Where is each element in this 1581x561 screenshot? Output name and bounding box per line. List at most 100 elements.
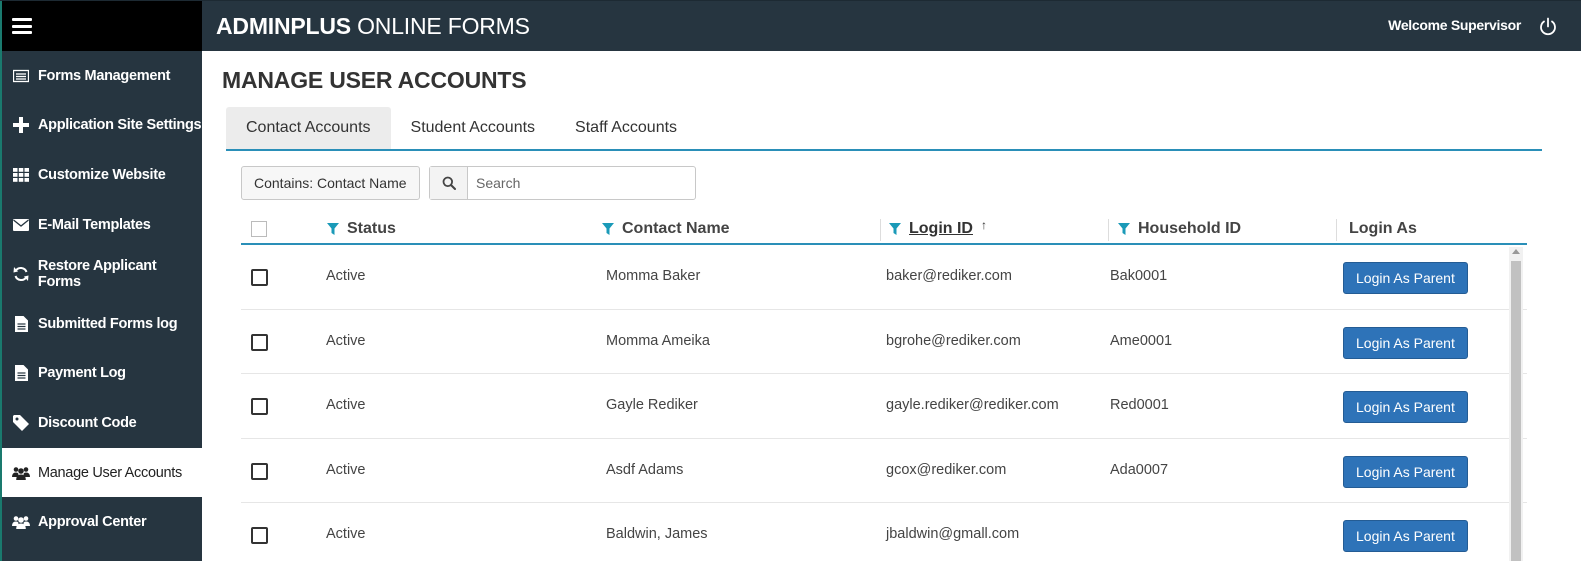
sidebar-item-label: Application Site Settings	[38, 117, 202, 134]
household-id-cell: Ada0007	[1110, 461, 1169, 478]
sidebar-item-manage-user-accounts[interactable]: Manage User Accounts	[2, 447, 202, 498]
grid-icon	[12, 166, 30, 184]
main-content: MANAGE USER ACCOUNTS Contact Accounts St…	[202, 51, 1581, 561]
login-id-cell: gayle.rediker@rediker.com	[886, 397, 1059, 413]
login-id-cell: baker@rediker.com	[886, 268, 1012, 284]
table-row: Active Baldwin, James jbaldwin@gmall.com…	[241, 503, 1527, 561]
filter-icon[interactable]	[602, 223, 614, 235]
search-icon[interactable]	[430, 167, 468, 199]
row-checkbox[interactable]	[251, 398, 268, 415]
page-title: MANAGE USER ACCOUNTS	[222, 67, 527, 93]
table-row: Active Gayle Rediker gayle.rediker@redik…	[241, 374, 1527, 439]
tab-staff-accounts[interactable]: Staff Accounts	[555, 107, 697, 149]
status-cell: Active	[326, 268, 366, 284]
household-id-cell: Ame0001	[1110, 332, 1173, 349]
users-icon	[12, 513, 30, 531]
brand-title: ADMINPLUS ONLINE FORMS	[216, 12, 530, 39]
filter-icon[interactable]	[327, 223, 339, 235]
sidebar-item-approval-center[interactable]: Approval Center	[2, 497, 202, 547]
column-header-status[interactable]: Status	[327, 215, 396, 243]
sidebar-item-label: Customize Website	[38, 166, 166, 183]
column-separator	[880, 219, 881, 241]
top-header: ADMINPLUS ONLINE FORMS Welcome Superviso…	[202, 1, 1581, 51]
scroll-up-arrow-icon[interactable]	[1512, 249, 1520, 254]
column-header-login-as: Login As	[1349, 215, 1417, 243]
list-icon	[12, 67, 30, 85]
column-label: Contact Name	[622, 220, 730, 237]
sidebar-item-restore-applicant-forms[interactable]: Restore Applicant Forms	[2, 249, 202, 299]
login-as-parent-button[interactable]: Login As Parent	[1343, 326, 1468, 359]
login-as-parent-button[interactable]: Login As Parent	[1343, 391, 1468, 423]
scrollbar-thumb[interactable]	[1511, 261, 1521, 561]
login-as-parent-button[interactable]: Login As Parent	[1343, 520, 1468, 552]
login-id-cell: jbaldwin@gmall.com	[886, 526, 1020, 542]
users-icon	[12, 464, 30, 482]
row-checkbox[interactable]	[251, 333, 268, 351]
welcome-text: Welcome Supervisor	[1388, 17, 1521, 33]
row-checkbox[interactable]	[251, 527, 268, 544]
sidebar-item-email-templates[interactable]: E-Mail Templates	[2, 200, 202, 250]
search-filter-button[interactable]: Contains: Contact Name	[241, 166, 420, 200]
sidebar-item-discount-code[interactable]: Discount Code	[2, 398, 202, 448]
sidebar-item-label: Restore Applicant Forms	[37, 258, 157, 291]
row-checkbox[interactable]	[251, 462, 268, 480]
tag-icon	[12, 414, 30, 432]
column-header-household-id[interactable]: Household ID	[1118, 215, 1241, 243]
column-header-login-id[interactable]: Login ID ↑	[889, 215, 987, 243]
contact-name-cell: Asdf Adams	[606, 461, 684, 478]
tab-student-accounts[interactable]: Student Accounts	[391, 107, 556, 149]
search-input[interactable]	[468, 167, 695, 199]
filter-icon[interactable]	[889, 223, 901, 235]
column-label[interactable]: Login ID	[909, 220, 973, 238]
sidebar-item-customize-website[interactable]: Customize Website	[2, 150, 202, 200]
column-header-contact-name[interactable]: Contact Name	[602, 215, 730, 243]
household-id-cell: Red0001	[1110, 397, 1169, 413]
sidebar-item-label: Discount Code	[38, 414, 137, 431]
refresh-icon	[12, 265, 30, 283]
status-cell: Active	[326, 332, 366, 349]
column-label: Login As	[1349, 220, 1417, 237]
document-icon	[12, 364, 30, 382]
sidebar-item-submitted-forms-log[interactable]: Submitted Forms log	[2, 299, 202, 349]
column-separator	[1108, 219, 1109, 241]
accounts-table: Status Contact Name Login ID ↑ Household…	[241, 215, 1527, 561]
table-row: Active Momma Ameika bgrohe@rediker.com A…	[241, 310, 1527, 374]
table-scrollbar[interactable]	[1509, 247, 1523, 561]
sidebar-top	[2, 1, 202, 51]
contact-name-cell: Momma Baker	[606, 268, 701, 284]
row-checkbox[interactable]	[251, 269, 268, 286]
sidebar-item-payment-log[interactable]: Payment Log	[2, 349, 202, 399]
envelope-icon	[12, 216, 30, 234]
table-row: Active Momma Baker baker@rediker.com Bak…	[241, 245, 1527, 310]
sidebar-item-label: Forms Management	[38, 67, 171, 84]
contact-name-cell: Gayle Rediker	[606, 397, 698, 413]
login-as-parent-button[interactable]: Login As Parent	[1343, 455, 1468, 488]
select-all-checkbox[interactable]	[251, 215, 267, 243]
column-separator	[1336, 219, 1337, 241]
sidebar: Forms Management Application Site Settin…	[0, 1, 202, 561]
column-label: Household ID	[1138, 220, 1242, 237]
login-as-parent-button[interactable]: Login As Parent	[1343, 262, 1468, 294]
tab-contact-accounts[interactable]: Contact Accounts	[226, 107, 391, 149]
login-id-cell: gcox@rediker.com	[886, 461, 1007, 478]
table-header: Status Contact Name Login ID ↑ Household…	[241, 215, 1527, 245]
table-row: Active Asdf Adams gcox@rediker.com Ada00…	[241, 439, 1527, 503]
search-box	[429, 166, 696, 200]
sidebar-item-label: Manage User Accounts	[38, 464, 182, 481]
app-window: ADMINPLUS ONLINE FORMS Welcome Superviso…	[0, 0, 1581, 561]
hamburger-menu-icon[interactable]	[12, 18, 32, 34]
contact-name-cell: Momma Ameika	[606, 332, 710, 349]
power-icon[interactable]	[1537, 16, 1559, 38]
sidebar-item-application-site-settings[interactable]: Application Site Settings	[2, 101, 202, 151]
plus-icon	[12, 116, 30, 134]
sort-ascending-icon: ↑	[980, 218, 987, 232]
status-cell: Active	[326, 461, 366, 478]
sidebar-item-label: E-Mail Templates	[38, 216, 151, 233]
account-tabs: Contact Accounts Student Accounts Staff …	[226, 107, 1542, 151]
sidebar-item-label: Approval Center	[38, 514, 147, 531]
filter-icon[interactable]	[1118, 223, 1130, 235]
sidebar-item-forms-management[interactable]: Forms Management	[2, 51, 202, 101]
document-icon	[12, 315, 30, 333]
status-cell: Active	[326, 397, 366, 413]
household-id-cell: Bak0001	[1110, 268, 1168, 284]
